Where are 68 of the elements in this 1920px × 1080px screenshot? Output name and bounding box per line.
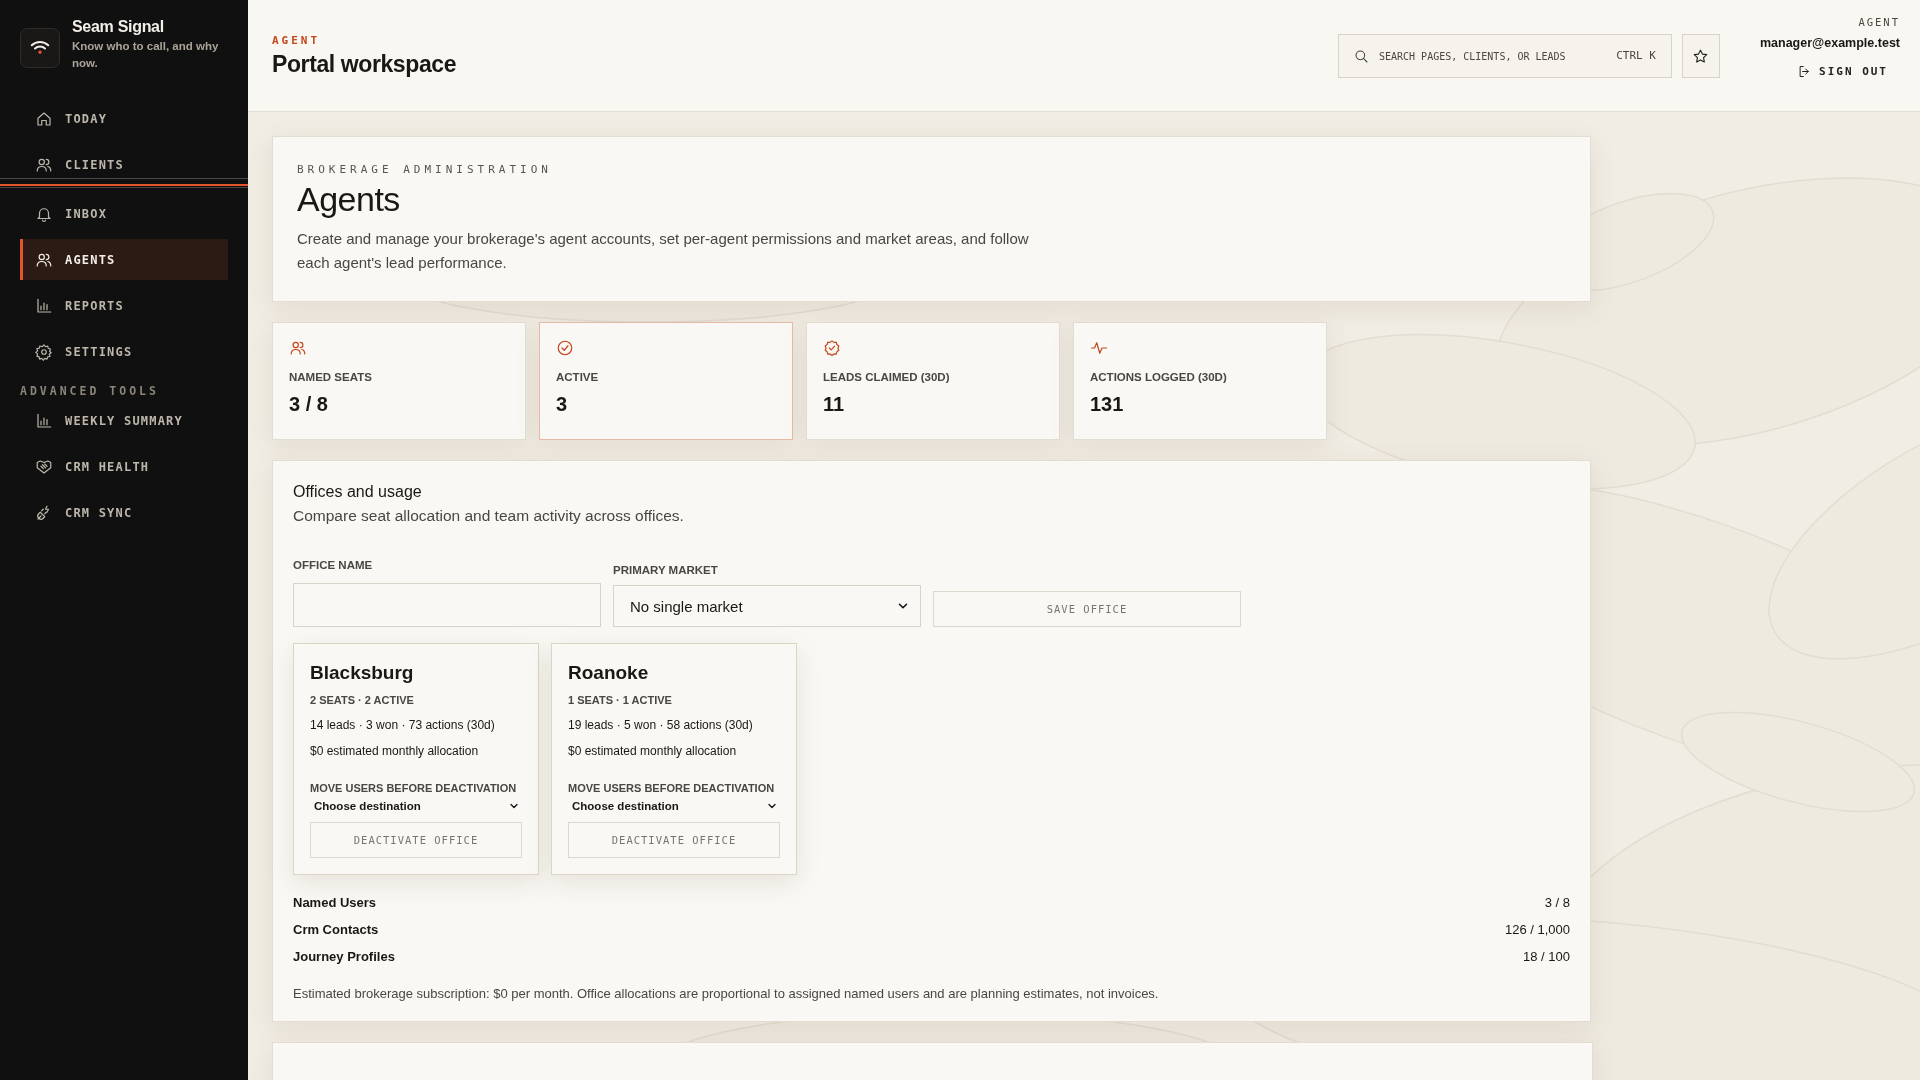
star-icon [1692, 47, 1710, 65]
page-eyebrow: AGENT [272, 34, 322, 47]
nav-item[interactable]: AGENTS [20, 239, 228, 280]
shortcut-hint: CTRL K [1616, 49, 1656, 62]
brand-tagline: Know who to call, and why now. [72, 39, 220, 71]
save-office-button[interactable]: SAVE OFFICE [933, 591, 1241, 627]
stat-value: 3 / 8 [289, 393, 329, 416]
usage-label: Journey Profiles [293, 949, 395, 964]
usage-value: 126 / 1,000 [1504, 922, 1570, 937]
activity-summary: 14 leads · 3 won · 73 actions (30d) [310, 718, 496, 732]
field-label: MOVE USERS BEFORE DEACTIVATION [310, 782, 518, 794]
nav-item[interactable]: CLIENTS [20, 144, 228, 185]
nav-item[interactable]: CRM HEALTH [20, 446, 228, 487]
usage-label: Named Users [293, 895, 377, 910]
section-eyebrow: BROKERAGE ADMINISTRATION [297, 163, 553, 176]
nav-item[interactable]: SETTINGS [20, 331, 228, 372]
stat-value: 131 [1090, 393, 1125, 416]
check-circle-icon [556, 339, 574, 357]
heading: Agents [297, 180, 401, 219]
check-badge-icon [823, 339, 841, 357]
deactivate-office-button[interactable]: DEACTIVATE OFFICE [568, 822, 780, 858]
field-label: PRIMARY MARKET [613, 564, 719, 576]
stat-label: ACTIVE [556, 371, 600, 383]
field-label: MOVE USERS BEFORE DEACTIVATION [568, 782, 776, 794]
stat-value: 3 [556, 393, 569, 416]
destination-dropdown[interactable]: Choose destination [568, 794, 780, 818]
allocation-text: $0 estimated monthly allocation [310, 744, 480, 758]
nav-item[interactable]: TODAY [20, 98, 228, 139]
usage-value: 3 / 8 [1544, 895, 1570, 910]
brand-name: Seam Signal [72, 18, 165, 36]
field-label: OFFICE NAME [293, 559, 374, 571]
section-subtitle: Compare seat allocation and team activity across offices. [293, 507, 685, 525]
pulse-icon [1090, 339, 1108, 357]
activity-summary: 19 leads · 5 won · 58 actions (30d) [568, 718, 754, 732]
seat-summary: 1 SEATS · 1 ACTIVE [568, 694, 673, 706]
office-name: Blacksburg [310, 662, 415, 684]
allocation-text: $0 estimated monthly allocation [568, 744, 738, 758]
usage-value: 18 / 100 [1523, 949, 1570, 964]
sign-out-button[interactable]: SIGN OUT [1795, 60, 1900, 83]
bar-chart-icon [35, 411, 53, 430]
stat-value: 11 [823, 393, 846, 416]
subscription-note: Estimated brokerage subscription: $0 per month. Office allocations are proportional to assigned named users and are planning estimates, not invoices. [293, 986, 1160, 1001]
sign-out-icon [1797, 64, 1812, 79]
nav-item[interactable]: REPORTS [20, 285, 228, 326]
search-icon [1352, 48, 1369, 64]
destination-dropdown[interactable]: Choose destination [310, 794, 522, 818]
usage-label: Crm Contacts [293, 922, 379, 937]
market-dropdown[interactable]: No single market [613, 585, 921, 627]
nav-item[interactable]: CRM SYNC [20, 492, 228, 533]
stat-label: ACTIONS LOGGED (30D) [1090, 371, 1228, 383]
office-name-field[interactable] [293, 583, 601, 627]
deactivate-office-button[interactable]: DEACTIVATE OFFICE [310, 822, 522, 858]
stat-label: NAMED SEATS [289, 371, 373, 383]
section-title: ADVANCED TOOLS [20, 384, 160, 398]
user-role: AGENT [1858, 16, 1900, 28]
user-email: manager@example.test [1759, 36, 1900, 50]
section-title: Offices and usage [293, 483, 423, 501]
users-icon [289, 339, 307, 357]
description: Create and manage your brokerage's agent accounts, set per-agent permissions and market areas, and follow each agent's lead performance. [297, 229, 1030, 273]
office-name: Roanoke [568, 662, 650, 684]
settings-icon [35, 342, 53, 361]
nav-item[interactable]: INBOX [20, 193, 228, 234]
stat-label: LEADS CLAIMED (30D) [823, 371, 951, 383]
bar-chart-icon [35, 296, 53, 315]
nav-item[interactable]: WEEKLY SUMMARY [20, 400, 228, 441]
favorite-button[interactable] [1681, 34, 1720, 78]
seat-summary: 2 SEATS · 2 ACTIVE [310, 694, 415, 706]
page-title: Portal workspace [272, 51, 458, 78]
